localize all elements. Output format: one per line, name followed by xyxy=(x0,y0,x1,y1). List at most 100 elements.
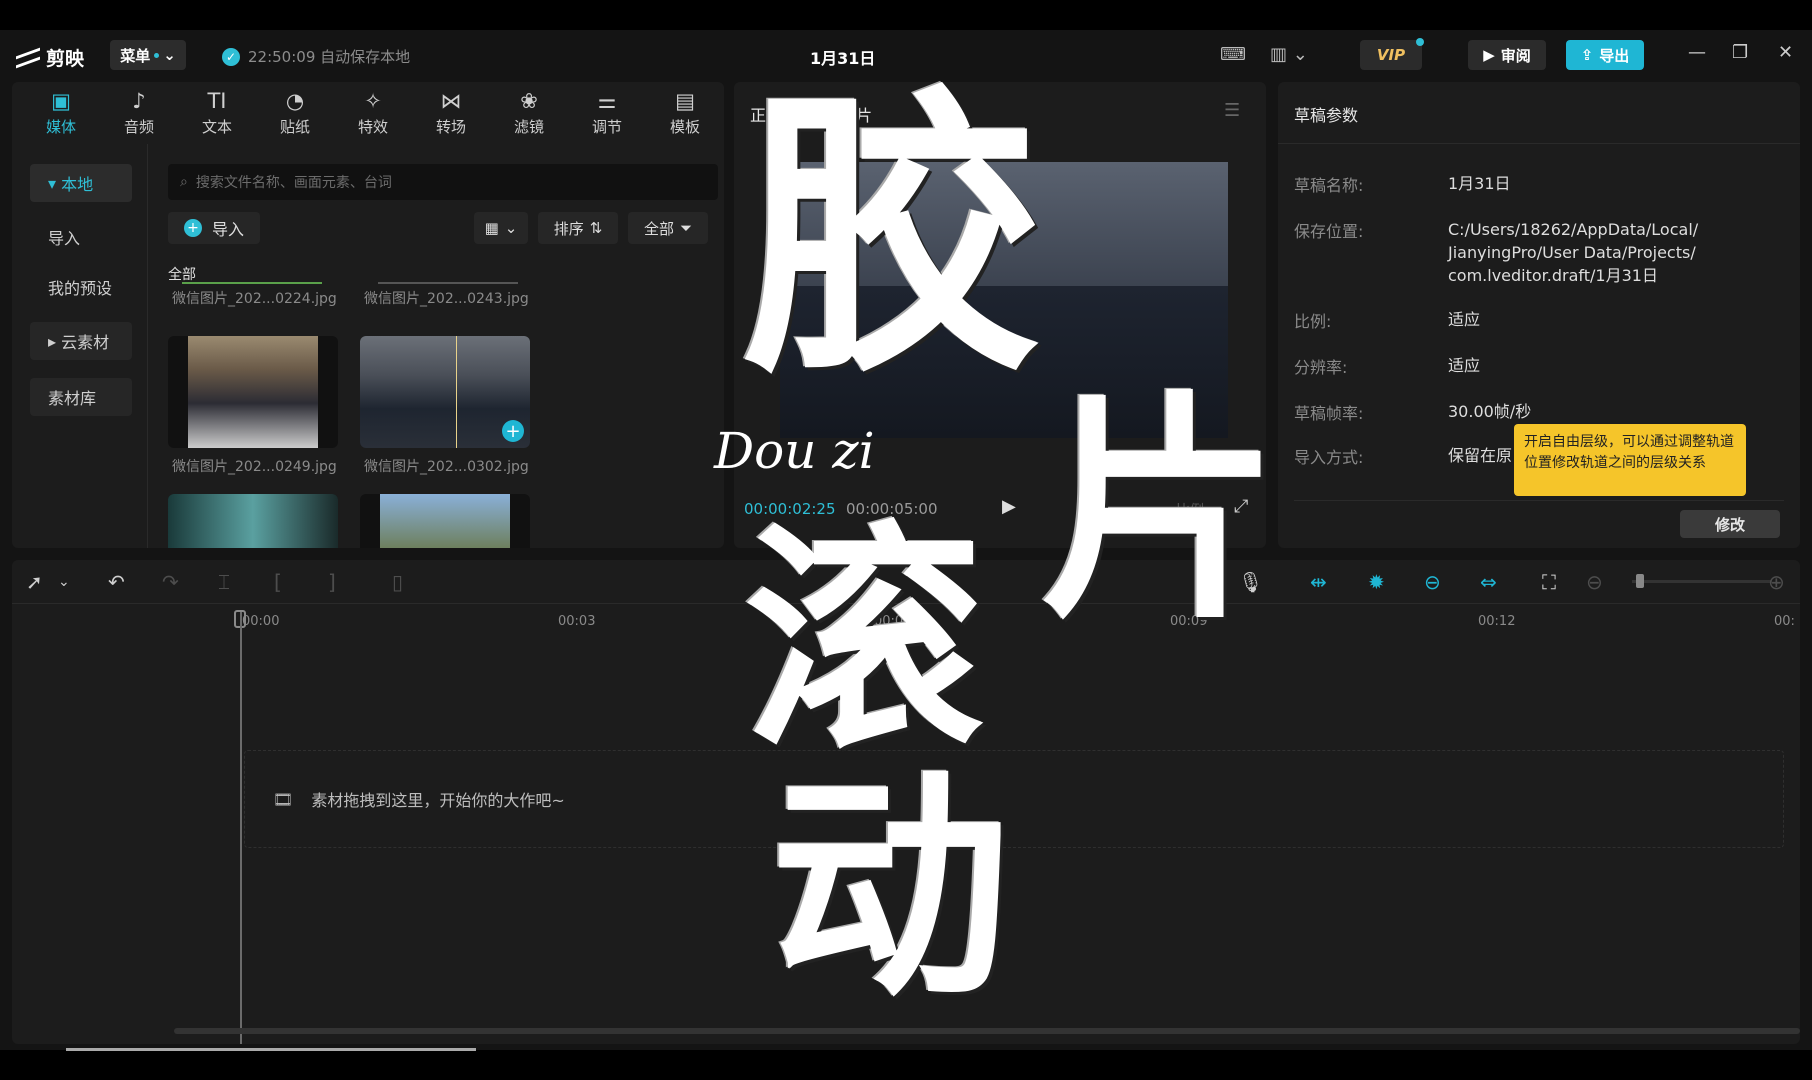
zoom-out-icon[interactable]: ⊖ xyxy=(1586,570,1603,594)
param-label: 分辨率: xyxy=(1294,358,1348,377)
layout-icon[interactable]: ▥ ⌄ xyxy=(1270,44,1308,65)
play-icon[interactable]: ▶ xyxy=(1002,496,1016,517)
media-thumb[interactable] xyxy=(168,494,338,548)
nav-label: 素材库 xyxy=(48,389,97,408)
zoom-slider-track[interactable] xyxy=(1632,580,1772,583)
tab-media[interactable]: ▣ 媒体 xyxy=(22,82,100,144)
trim-right-icon[interactable]: ] xyxy=(328,570,336,594)
overlay-char-4: 动 xyxy=(770,747,1011,1029)
param-value: 适应 xyxy=(1448,310,1481,329)
check-icon: ✓ xyxy=(222,47,240,66)
link-icon[interactable]: ✹ xyxy=(1368,570,1385,594)
linkage-icon[interactable]: ⊖ xyxy=(1424,570,1441,594)
filter-label: 全部 xyxy=(643,219,674,238)
tab-adjust[interactable]: ⚌ 调节 xyxy=(568,82,646,144)
tick-label: 00:12 xyxy=(1478,614,1516,629)
search-input[interactable]: ⌕ 搜索文件名称、画面元素、台词 xyxy=(168,164,718,200)
filter-icon: ❀ xyxy=(520,88,538,113)
tick-label: 00:00 xyxy=(242,614,280,629)
trim-left-icon[interactable]: [ xyxy=(274,570,282,594)
section-label: 全部 xyxy=(168,267,196,283)
export-label: 导出 xyxy=(1599,46,1630,65)
nav-my-presets[interactable]: 我的预设 xyxy=(30,268,132,306)
zoom-slider-handle[interactable] xyxy=(1636,574,1644,588)
keyboard-icon[interactable]: ⌨ xyxy=(1220,44,1246,65)
app-logo: 剪映 xyxy=(16,44,84,71)
import-label: 导入 xyxy=(211,220,244,239)
undo-icon[interactable]: ↶ xyxy=(108,570,125,594)
film-icon: 🎞 xyxy=(273,789,294,809)
tab-template[interactable]: ▤ 模板 xyxy=(646,82,724,144)
add-to-track-icon[interactable]: + xyxy=(502,420,524,442)
nav-cloud[interactable]: ▸ 云素材 xyxy=(30,322,132,360)
import-button[interactable]: + 导入 xyxy=(168,212,260,244)
close-icon[interactable]: ✕ xyxy=(1778,42,1793,63)
divider xyxy=(1294,500,1784,501)
drop-hint: 素材拖拽到这里，开始你的大作吧~ xyxy=(311,791,565,810)
sticker-icon: ◔ xyxy=(285,88,305,113)
tab-label: 滤镜 xyxy=(513,117,544,136)
tab-effects[interactable]: ✧ 特效 xyxy=(334,82,412,144)
param-label: 保存位置: xyxy=(1294,222,1364,241)
tab-audio[interactable]: ♪ 音频 xyxy=(100,82,178,144)
delete-icon[interactable]: ▯ xyxy=(392,570,403,594)
file-caption: 微信图片_202...0243.jpg xyxy=(364,291,529,307)
playhead-line[interactable] xyxy=(240,612,242,1044)
nav-local[interactable]: ▾ 本地 xyxy=(30,164,132,202)
tool-tabs: ▣ 媒体 ♪ 音频 TI 文本 ◔ 贴纸 ✧ 特效 ⋈ 转场 ❀ 滤镜 ⚌ 调节 ▤ 模板 xyxy=(12,82,724,144)
overlay-script-text: Dou zi xyxy=(714,422,875,480)
file-caption: 微信图片_202...0249.jpg xyxy=(172,459,337,475)
menu-lines-icon[interactable]: ☰ xyxy=(1224,100,1240,121)
media-thumb-0249[interactable] xyxy=(168,336,338,448)
nav-label: 本地 xyxy=(61,175,94,194)
grid-icon: ▦ xyxy=(484,219,499,237)
restore-icon[interactable]: ❐ xyxy=(1732,42,1748,63)
track-drop-zone[interactable]: 🎞 素材拖拽到这里，开始你的大作吧~ xyxy=(244,750,1784,848)
nav-label: 我的预设 xyxy=(48,279,113,298)
tab-filter[interactable]: ❀ 滤镜 xyxy=(490,82,568,144)
photo-thumbnail xyxy=(188,336,318,448)
review-button[interactable]: ▶ 审阅 xyxy=(1468,40,1546,70)
media-panel: ▣ 媒体 ♪ 音频 TI 文本 ◔ 贴纸 ✧ 特效 ⋈ 转场 ❀ 滤镜 ⚌ 调节 ▤ 模板 ▾ 本… xyxy=(12,82,724,548)
plus-icon: + xyxy=(183,219,202,237)
nav-import[interactable]: 导入 xyxy=(30,218,132,256)
tick-label: 00:03 xyxy=(558,614,596,629)
nav-library[interactable]: 素材库 xyxy=(30,378,132,416)
menu-button[interactable]: 菜单 ⌄ xyxy=(110,40,186,70)
minimize-icon[interactable]: — xyxy=(1688,42,1706,63)
tab-label: 媒体 xyxy=(45,117,76,136)
redo-icon[interactable]: ↷ xyxy=(162,570,179,594)
funnel-icon: ⏷ xyxy=(680,219,693,237)
param-value: 1月31日 xyxy=(1448,174,1511,193)
export-button[interactable]: ⇪ 导出 xyxy=(1566,40,1644,70)
caret-icon: ▾ xyxy=(48,173,62,193)
chevron-down-icon[interactable]: ⌄ xyxy=(58,574,70,590)
param-value: C:/Users/18262/AppData/Local/ JianyingPr… xyxy=(1448,220,1699,285)
view-mode-button[interactable]: ▦ ⌄ xyxy=(474,212,528,244)
media-thumb-0302[interactable]: + xyxy=(360,336,530,448)
split-icon[interactable]: ⌶ xyxy=(218,570,230,594)
filter-button[interactable]: 全部 ⏷ xyxy=(628,212,708,244)
capcut-logo-icon xyxy=(16,49,40,67)
zoom-in-icon[interactable]: ⊕ xyxy=(1768,570,1785,594)
modify-button[interactable]: 修改 xyxy=(1680,510,1780,538)
review-label: 审阅 xyxy=(1500,46,1531,65)
file-caption: 微信图片_202...0224.jpg xyxy=(172,291,337,307)
tab-sticker[interactable]: ◔ 贴纸 xyxy=(256,82,334,144)
snap-icon[interactable]: ⇹ xyxy=(1310,570,1327,594)
param-label: 草稿名称: xyxy=(1294,176,1364,195)
preview-axis-icon[interactable]: ⇔ xyxy=(1480,570,1497,594)
param-label: 比例: xyxy=(1294,312,1332,331)
tab-transition[interactable]: ⋈ 转场 xyxy=(412,82,490,144)
zoom-fit-icon[interactable]: ⛶ xyxy=(1542,570,1556,594)
chevron-down-icon: ⌄ xyxy=(504,219,518,237)
text-icon: TI xyxy=(207,88,227,113)
video-progress-bar xyxy=(66,1048,476,1051)
media-thumb[interactable] xyxy=(360,494,530,548)
vip-badge[interactable]: VIP xyxy=(1360,38,1424,70)
select-cursor-icon[interactable]: ➚ xyxy=(26,570,43,594)
tick-label: 00: xyxy=(1774,614,1795,629)
tab-text[interactable]: TI 文本 xyxy=(178,82,256,144)
sort-button[interactable]: 排序 ⇅ xyxy=(538,212,618,244)
audio-icon: ♪ xyxy=(132,88,146,113)
